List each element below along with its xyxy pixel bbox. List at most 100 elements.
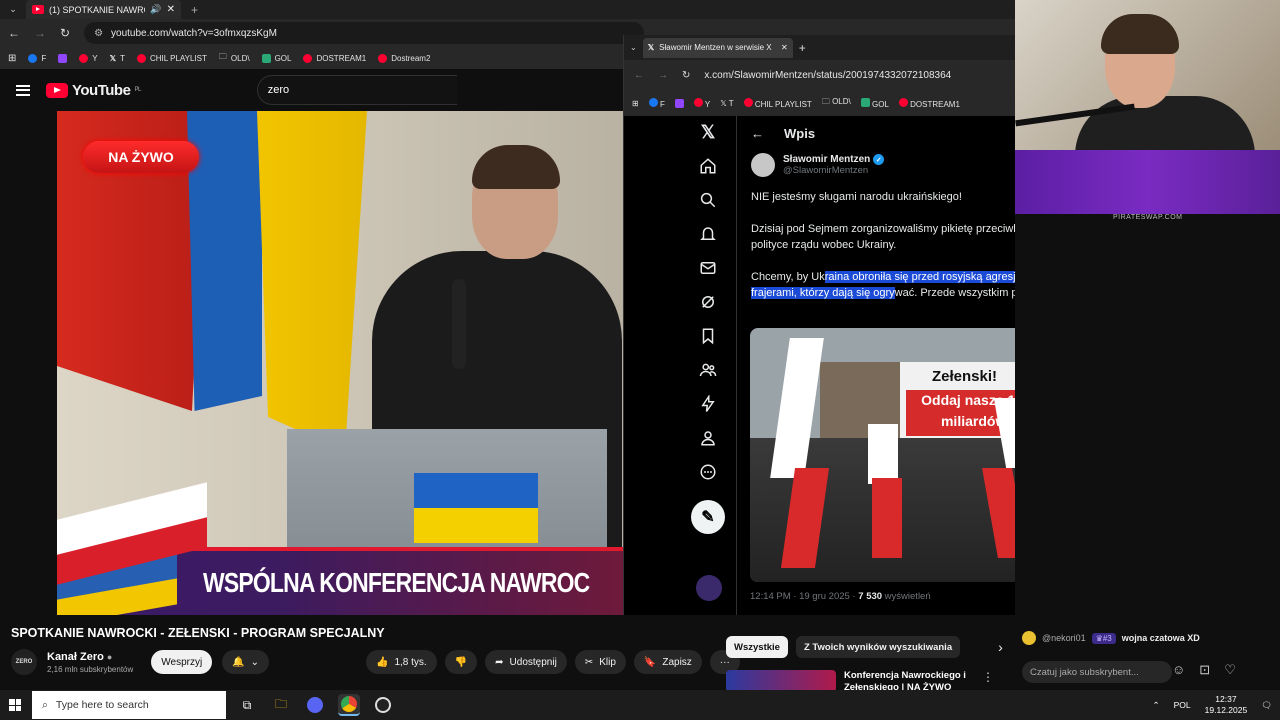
thumbs-down-icon: 👎: [454, 656, 468, 668]
tab-search-chevron-icon[interactable]: ⌄: [630, 43, 637, 52]
notifications-bell-icon[interactable]: [698, 224, 718, 244]
post-paragraph-2: Dzisiaj pod Sejmem zorganizowaliśmy piki…: [751, 223, 1015, 251]
back-icon[interactable]: ←: [634, 70, 644, 81]
youtube-play-icon: [46, 82, 68, 98]
bookmark-f[interactable]: F: [28, 53, 46, 63]
author-handle[interactable]: @SlawomirMentzen: [783, 165, 884, 176]
messages-envelope-icon[interactable]: [698, 258, 718, 278]
menu-icon[interactable]: [16, 84, 30, 96]
clock-time: 12:37: [1215, 694, 1237, 704]
new-tab-icon[interactable]: +: [799, 41, 806, 55]
forward-icon[interactable]: →: [658, 70, 668, 81]
communities-icon[interactable]: [698, 360, 718, 380]
taskbar-search[interactable]: ⌕ Type here to search: [32, 691, 226, 719]
start-button[interactable]: [0, 690, 30, 720]
chat-input[interactable]: Czatuj jako subskrybent...: [1022, 661, 1172, 683]
new-tab-icon[interactable]: +: [191, 3, 198, 17]
like-button[interactable]: 👍 1,8 tys.: [366, 650, 437, 674]
bookmark-y[interactable]: Y: [79, 53, 98, 63]
omnibox[interactable]: ⚙ youtube.com/watch?v=3ofmxqzsKgM: [84, 22, 645, 44]
reload-icon[interactable]: ↻: [60, 26, 70, 40]
language-indicator[interactable]: POL: [1174, 700, 1191, 710]
bookmark-gol[interactable]: GOL: [860, 97, 889, 109]
post-image[interactable]: Zełenski! Oddaj nasze 100 miliardów!: [750, 328, 1015, 582]
facebook-icon: [28, 53, 38, 63]
logo-text: YouTube: [72, 81, 131, 99]
apps-grid-icon[interactable]: ⊞: [8, 53, 16, 64]
compose-post-button[interactable]: ✎: [691, 500, 725, 534]
tray-overflow-icon[interactable]: ⌃: [1153, 700, 1160, 711]
chip-from-search[interactable]: Z Twoich wyników wyszukiwania: [795, 636, 961, 658]
x-logo-icon[interactable]: 𝕏: [698, 122, 718, 142]
taskbar-clock[interactable]: 12:37 19.12.2025: [1205, 694, 1248, 716]
discord-icon[interactable]: [304, 694, 326, 716]
super-chat-icon[interactable]: ⊡: [1199, 662, 1210, 678]
grok-icon[interactable]: [698, 292, 718, 312]
more-circle-icon[interactable]: [698, 462, 718, 482]
bookmark-t[interactable]: 𝕏 T: [720, 99, 733, 108]
bookmark-label: Y: [92, 53, 98, 63]
bookmark-old[interactable]: 🗀 OLD\: [219, 51, 250, 65]
share-button[interactable]: ➦ Udostępnij: [485, 650, 567, 674]
save-button[interactable]: 🔖 Zapisz: [633, 650, 702, 674]
chip-all[interactable]: Wszystkie: [726, 636, 788, 658]
back-icon[interactable]: ←: [8, 26, 20, 40]
task-view-icon[interactable]: ⧉: [236, 694, 258, 716]
speaker-icon: 🔊: [150, 4, 162, 14]
reload-icon[interactable]: ↻: [682, 70, 690, 81]
close-tab-icon[interactable]: ✕: [781, 43, 788, 52]
author-avatar[interactable]: [751, 153, 775, 177]
account-avatar[interactable]: [696, 575, 722, 601]
chat-username[interactable]: @nekori01: [1042, 633, 1086, 643]
clip-button[interactable]: ✂ Klip: [574, 650, 626, 674]
tab-search-chevron-icon[interactable]: ⌄: [0, 0, 26, 19]
bookmark-t[interactable]: 𝕏T: [110, 54, 125, 63]
close-tab-icon[interactable]: ✕: [167, 4, 175, 15]
forward-icon[interactable]: →: [34, 26, 46, 40]
x-sidebar-nav: 𝕏: [694, 122, 722, 482]
support-button[interactable]: Wesprzyj: [151, 650, 213, 674]
author-name[interactable]: Sławomir Mentzen: [783, 154, 870, 165]
x-url[interactable]: x.com/SlawomirMentzen/status/20019743320…: [704, 70, 951, 81]
site-settings-icon[interactable]: ⚙: [94, 28, 103, 39]
bookmark-chil[interactable]: CHIL PLAYLIST: [743, 97, 812, 109]
emoji-icon[interactable]: ☺: [1172, 662, 1185, 678]
bookmark-chil[interactable]: CHIL PLAYLIST: [136, 53, 207, 63]
youtube-logo[interactable]: YouTube PL: [46, 82, 141, 99]
dislike-button[interactable]: 👎: [444, 650, 478, 674]
notifications-button[interactable]: 🔔 ⌄: [222, 650, 270, 674]
bookmark-dostream1[interactable]: DOSTREAM1: [303, 53, 366, 63]
home-icon[interactable]: [698, 156, 718, 176]
bookmark-dostream2[interactable]: Dostream2: [378, 53, 430, 63]
bookmark-f[interactable]: F: [648, 97, 665, 109]
back-arrow-icon[interactable]: ←: [751, 126, 764, 141]
profile-icon[interactable]: [698, 428, 718, 448]
channel-name[interactable]: Kanał Zero ●: [47, 651, 133, 663]
video-player[interactable]: NA ŻYWO WSPÓLNA KONFERENCJA NAWROC: [57, 111, 623, 615]
bookmark-gol[interactable]: GOL: [261, 53, 291, 63]
apps-grid-icon[interactable]: ⊞: [632, 99, 639, 108]
premium-lightning-icon[interactable]: [698, 394, 718, 414]
bookmark-old[interactable]: 🗀 OLD\: [822, 96, 851, 110]
channel-avatar[interactable]: ZERO: [11, 649, 37, 675]
bookmark-y[interactable]: Y: [693, 97, 710, 109]
bookmark-dostream1[interactable]: DOSTREAM1: [898, 97, 960, 109]
obs-icon[interactable]: [372, 694, 394, 716]
chrome-icon[interactable]: [338, 694, 360, 716]
search-icon[interactable]: [698, 190, 718, 210]
heart-icon[interactable]: ♡: [1224, 662, 1236, 678]
post-timestamp[interactable]: 12:14 PM · 19 gru 2025 ·: [750, 591, 858, 602]
youtube-tab[interactable]: (1) SPOTKANIE NAWROCKI 🔊 ✕: [26, 0, 181, 19]
notification-center-icon[interactable]: 🗨: [1261, 700, 1272, 711]
x-tab[interactable]: 𝕏 Sławomir Mentzen w serwisie X ✕: [642, 37, 793, 58]
sponsor-text: PIRATESWAP.COM: [1113, 214, 1183, 221]
post-author[interactable]: Sławomir Mentzen ✓ @SlawomirMentzen: [751, 153, 1015, 177]
youtube-search-input[interactable]: zero: [256, 75, 457, 105]
bookmark-twitch[interactable]: [58, 53, 68, 63]
bell-icon: 🔔: [232, 656, 245, 668]
logo-region: PL: [134, 87, 141, 93]
chevron-right-icon[interactable]: ›: [998, 639, 1003, 655]
twitch-icon[interactable]: [674, 98, 684, 108]
bookmarks-icon[interactable]: [698, 326, 718, 346]
file-explorer-icon[interactable]: 🗀: [270, 694, 292, 716]
